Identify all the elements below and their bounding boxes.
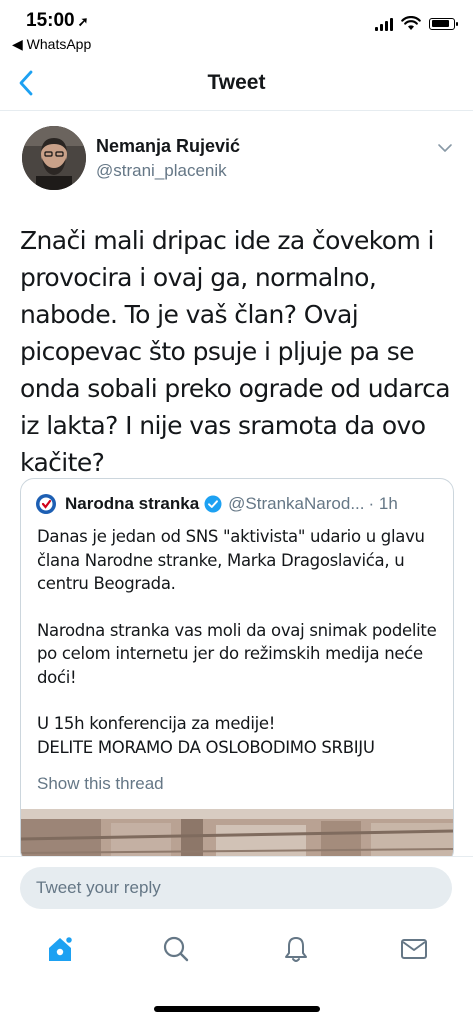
tab-notifications[interactable] — [279, 932, 313, 966]
wifi-icon — [401, 16, 421, 30]
quoted-author-name: Narodna stranka — [65, 494, 200, 513]
quoted-paragraph: Narodna stranka vas moli da ovaj snimak … — [37, 620, 437, 687]
tweet-author: Nemanja Rujević @strani_placenik — [22, 126, 453, 192]
page-title: Tweet — [207, 71, 266, 94]
battery-icon — [429, 17, 458, 30]
avatar-image — [22, 126, 86, 190]
reply-bar: Tweet your reply — [0, 856, 473, 919]
author-name[interactable]: Nemanja Rujević — [96, 136, 240, 157]
status-bar: 15:00 ➚ ◀ WhatsApp — [0, 0, 473, 56]
status-time-text: 15:00 — [26, 10, 75, 31]
media-image — [21, 809, 453, 863]
quoted-paragraph: Danas je jedan od SNS "aktivista" udario… — [37, 527, 425, 593]
quoted-tweet-body: Danas je jedan od SNS "aktivista" udario… — [37, 525, 447, 759]
verified-badge-icon — [204, 495, 222, 513]
messages-icon — [401, 939, 427, 959]
narodna-stranka-logo-icon — [36, 494, 56, 514]
status-icons — [375, 16, 458, 31]
tab-bar — [0, 920, 473, 1024]
status-time: 15:00 ➚ — [26, 10, 89, 32]
quoted-paragraph: DELITE MORAMO DA OSLOBODIMO SRBIJU — [37, 737, 375, 757]
quoted-media-thumbnail[interactable] — [21, 809, 453, 863]
nav-bar: Tweet — [0, 58, 473, 111]
notifications-icon — [285, 937, 307, 962]
search-icon — [163, 936, 189, 962]
tab-messages[interactable] — [397, 932, 431, 966]
author-handle[interactable]: @strani_placenik — [96, 161, 227, 181]
location-arrow-icon: ➚ — [77, 14, 89, 29]
show-thread-link[interactable]: Show this thread — [37, 774, 164, 794]
tab-home[interactable] — [43, 932, 77, 966]
tab-search[interactable] — [159, 932, 193, 966]
quoted-tweet[interactable]: Narodna stranka @StrankaNarod... · 1h Da… — [20, 478, 454, 864]
cellular-signal-icon — [375, 17, 393, 31]
quoted-paragraph: U 15h konferencija za medije! — [37, 714, 276, 733]
quoted-tweet-time: · 1h — [368, 494, 398, 513]
reply-input[interactable]: Tweet your reply — [20, 867, 452, 909]
quoted-tweet-header: Narodna stranka @StrankaNarod... · 1h — [35, 492, 441, 516]
chevron-down-icon[interactable] — [437, 142, 453, 154]
quoted-author-handle: @StrankaNarod... — [228, 494, 365, 513]
tweet-text: Znači mali dripac ide za čovekom i provo… — [20, 226, 451, 477]
home-indicator — [154, 1006, 320, 1012]
back-to-whatsapp-link[interactable]: ◀ WhatsApp — [12, 36, 91, 53]
avatar[interactable] — [22, 126, 86, 190]
home-icon — [49, 935, 74, 961]
